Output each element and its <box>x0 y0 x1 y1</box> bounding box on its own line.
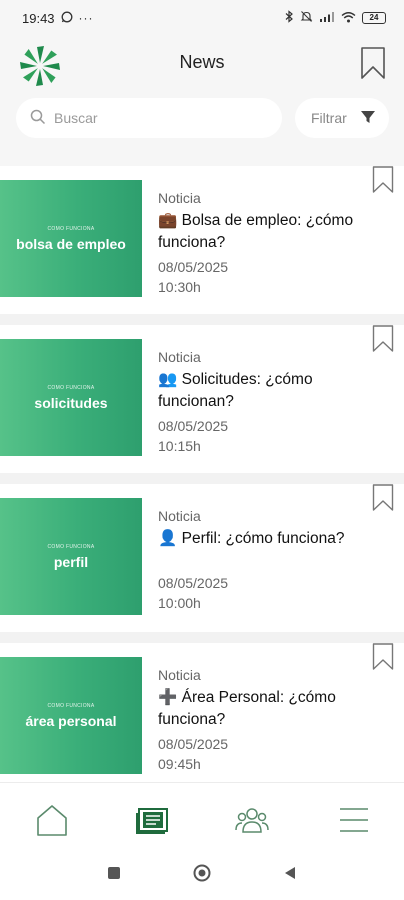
nav-community-icon[interactable] <box>234 803 270 837</box>
news-title[interactable]: 👤 Perfil: ¿cómo funciona? <box>158 528 388 550</box>
filter-button[interactable]: Filtrar <box>295 98 389 138</box>
news-card[interactable]: COMO FUNCIONA área personal Noticia ➕ Ár… <box>0 643 404 791</box>
news-thumbnail: COMO FUNCIONA perfil <box>0 498 142 615</box>
thumbnail-title: solicitudes <box>34 394 108 411</box>
news-time: 10:00h <box>158 595 201 611</box>
thumbnail-title: área personal <box>25 712 117 729</box>
nav-menu-icon[interactable] <box>336 803 372 837</box>
thumbnail-subtitle: COMO FUNCIONA <box>47 702 95 709</box>
news-thumbnail: COMO FUNCIONA área personal <box>0 657 142 774</box>
thumbnail-title: bolsa de empleo <box>16 235 126 252</box>
news-title[interactable]: 👥 Solicitudes: ¿cómo funcionan? <box>158 369 388 413</box>
mute-icon <box>300 10 313 26</box>
person-icon: 👤 <box>158 530 178 547</box>
status-time: 19:43 <box>22 10 55 26</box>
search-bar[interactable] <box>16 98 282 138</box>
thumbnail-subtitle: COMO FUNCIONA <box>47 384 95 391</box>
news-title[interactable]: 💼 Bolsa de empleo: ¿cómo funciona? <box>158 210 388 254</box>
bottom-navigation <box>0 782 404 844</box>
briefcase-icon: 💼 <box>158 212 178 229</box>
page-title: News <box>179 52 225 72</box>
battery-icon: 24 <box>362 12 386 24</box>
battery-level: 24 <box>369 13 379 22</box>
news-thumbnail: COMO FUNCIONA solicitudes <box>0 339 142 456</box>
news-card[interactable]: COMO FUNCIONA solicitudes Noticia 👥 Soli… <box>0 325 404 473</box>
news-category: Noticia <box>158 349 201 365</box>
news-card[interactable]: COMO FUNCIONA perfil Noticia 👤 Perfil: ¿… <box>0 484 404 632</box>
news-list: COMO FUNCIONA bolsa de empleo Noticia 💼 … <box>0 166 404 802</box>
news-category: Noticia <box>158 190 201 206</box>
wifi-icon <box>341 11 356 26</box>
news-thumbnail: COMO FUNCIONA bolsa de empleo <box>0 180 142 297</box>
news-title-text: Perfil: ¿cómo funciona? <box>181 530 345 547</box>
news-info: Noticia 💼 Bolsa de empleo: ¿cómo funcion… <box>158 190 388 297</box>
news-card[interactable]: COMO FUNCIONA bolsa de empleo Noticia 💼 … <box>0 166 404 314</box>
search-input[interactable] <box>54 110 254 126</box>
filter-dropdown-icon <box>360 110 375 126</box>
more-notifications-icon: ··· <box>78 11 94 25</box>
news-title-text: Área Personal: ¿cómo funciona? <box>158 689 336 728</box>
news-title-text: Solicitudes: ¿cómo funcionan? <box>158 371 313 410</box>
news-date: 08/05/2025 <box>158 418 229 434</box>
news-date: 08/05/2025 <box>158 575 229 591</box>
system-navigation <box>0 844 404 900</box>
back-button-icon[interactable] <box>283 866 297 885</box>
status-bar: 19:43 ··· 24 <box>0 0 404 36</box>
news-title[interactable]: ➕ Área Personal: ¿cómo funciona? <box>158 687 388 731</box>
news-category: Noticia <box>158 667 201 683</box>
home-button-icon[interactable] <box>193 864 211 887</box>
thumbnail-title: perfil <box>53 553 89 570</box>
filter-label: Filtrar <box>311 110 347 126</box>
app-header: News Filtrar <box>0 36 404 166</box>
plus-icon: ➕ <box>158 689 178 706</box>
search-icon <box>30 109 46 128</box>
recent-apps-icon[interactable] <box>107 866 121 885</box>
bluetooth-icon <box>284 10 294 26</box>
nav-news-icon[interactable] <box>134 803 170 837</box>
saved-bookmark-button[interactable] <box>360 46 386 80</box>
news-category: Noticia <box>158 508 201 524</box>
news-time: 10:30h <box>158 279 201 295</box>
news-info: Noticia ➕ Área Personal: ¿cómo funciona?… <box>158 667 388 774</box>
whatsapp-icon <box>61 11 73 26</box>
signal-icon <box>319 11 335 26</box>
news-date: 08/05/2025 <box>158 259 229 275</box>
thumbnail-subtitle: COMO FUNCIONA <box>47 543 95 550</box>
news-info: Noticia 👥 Solicitudes: ¿cómo funcionan? … <box>158 349 388 456</box>
nav-home-icon[interactable] <box>34 803 70 837</box>
thumbnail-subtitle: COMO FUNCIONA <box>47 225 95 232</box>
news-time: 10:15h <box>158 438 201 454</box>
news-info: Noticia 👤 Perfil: ¿cómo funciona? 08/05/… <box>158 508 388 613</box>
news-date: 08/05/2025 <box>158 736 229 752</box>
news-time: 09:45h <box>158 756 201 772</box>
news-title-text: Bolsa de empleo: ¿cómo funciona? <box>158 212 354 251</box>
people-icon: 👥 <box>158 371 178 388</box>
